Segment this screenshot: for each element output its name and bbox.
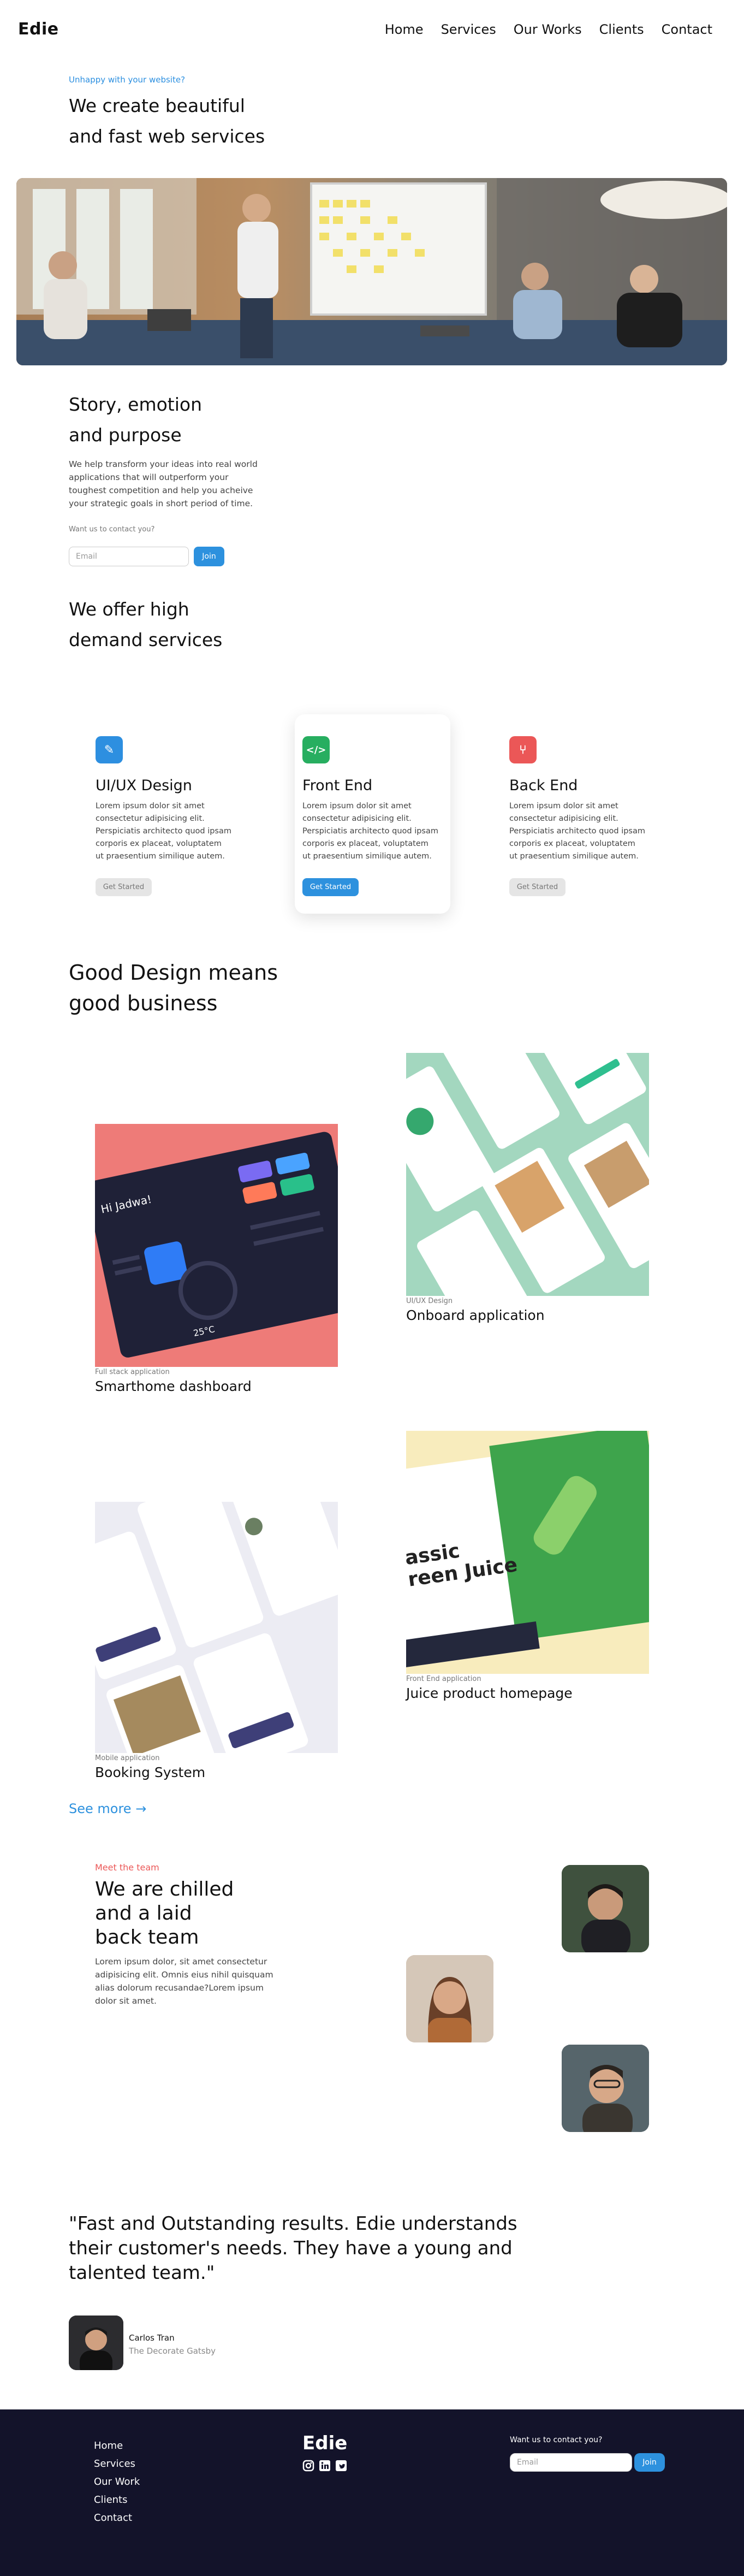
testimonial-quote: "Fast and Outstanding results. Edie unde… [69, 2213, 517, 2284]
service-card-frontend: </> Front End Lorem ipsum dolor sit amet… [295, 714, 450, 914]
contact-prompt: Want us to contact you? [69, 525, 155, 534]
service-card-backend: ⑂ Back End Lorem ipsum dolor sit amet co… [502, 714, 657, 914]
nav-contact[interactable]: Contact [662, 22, 712, 37]
work-item-booking[interactable]: Mobile application Booking System [95, 1502, 338, 1780]
nav-home[interactable]: Home [385, 22, 424, 37]
team-title: We are chilled and a laid back team [95, 1878, 234, 1950]
smarthome-thumbnail: Hi Jadwa! 25°C [95, 1124, 338, 1367]
footer: Home Services Our Work Clients Contact E… [0, 2409, 744, 2576]
footer-contact-prompt: Want us to contact you? [510, 2436, 603, 2444]
hero-title: We create beautiful and fast web service… [69, 91, 265, 152]
work-name[interactable]: Juice product homepage [406, 1685, 649, 1701]
footer-link-contact[interactable]: Contact [94, 2509, 140, 2527]
nav-our-works[interactable]: Our Works [514, 22, 582, 37]
hero-title-line2: and fast web services [69, 126, 265, 147]
service-desc: Lorem ipsum dolor sit amet consectetur a… [302, 802, 438, 861]
testimonial-avatar [69, 2316, 123, 2370]
footer-link-home[interactable]: Home [94, 2437, 140, 2455]
services-title-line1: We offer high [69, 599, 189, 620]
onboard-thumbnail [406, 1053, 649, 1296]
work-name[interactable]: Onboard application [406, 1307, 649, 1323]
service-title: Front End [302, 777, 373, 794]
site-logo[interactable]: Edie [18, 20, 59, 39]
twitter-icon[interactable] [335, 2460, 347, 2472]
services-title: We offer high demand services [69, 594, 222, 655]
service-desc: Lorem ipsum dolor sit amet consectetur a… [96, 802, 231, 861]
instagram-icon[interactable] [302, 2460, 314, 2472]
team-title-line2: and a laid [95, 1902, 192, 1924]
get-started-button[interactable]: Get Started [302, 878, 359, 896]
hero-title-line1: We create beautiful [69, 95, 245, 116]
team-member-photo [562, 2045, 649, 2132]
team-title-line1: We are chilled [95, 1878, 234, 1900]
work-category: Full stack application [95, 1368, 170, 1376]
nav-services[interactable]: Services [441, 22, 496, 37]
hero-eyebrow: Unhappy with your website? [69, 75, 186, 85]
code-icon: </> [302, 736, 330, 763]
nav-menu: Home Services Our Works Clients Contact [385, 22, 712, 37]
join-button[interactable]: Join [194, 547, 224, 566]
works-title-line2: good business [69, 991, 218, 1015]
pen-icon: ✎ [96, 736, 123, 763]
team-eyebrow: Meet the team [95, 1862, 159, 1873]
testimonial-name: Carlos Tran [129, 2333, 175, 2343]
story-title-line1: Story, emotion [69, 394, 203, 415]
story-title: Story, emotion and purpose [69, 389, 202, 451]
work-name[interactable]: Smarthome dashboard [95, 1378, 338, 1394]
see-more-link[interactable]: See more → [69, 1801, 146, 1816]
nav-clients[interactable]: Clients [599, 22, 644, 37]
get-started-button[interactable]: Get Started [96, 878, 152, 896]
work-name[interactable]: Booking System [95, 1764, 338, 1780]
work-category: Mobile application [95, 1754, 160, 1762]
story-text: We help transform your ideas into real w… [69, 459, 258, 508]
get-started-button[interactable]: Get Started [509, 878, 566, 896]
team-member-photo [406, 1955, 493, 2042]
work-item-juice[interactable]: assic reen Juice Front End application J… [406, 1431, 649, 1701]
footer-email-input[interactable]: Email [510, 2453, 632, 2472]
footer-link-services[interactable]: Services [94, 2455, 140, 2473]
footer-link-our-work[interactable]: Our Work [94, 2473, 140, 2491]
service-desc: Lorem ipsum dolor sit amet consectetur a… [509, 802, 645, 861]
service-card-uiux: ✎ UI/UX Design Lorem ipsum dolor sit ame… [88, 714, 243, 914]
footer-link-clients[interactable]: Clients [94, 2491, 140, 2509]
linkedin-icon[interactable] [319, 2460, 331, 2472]
footer-join-button[interactable]: Join [634, 2453, 665, 2472]
juice-thumbnail: assic reen Juice [406, 1431, 649, 1674]
service-title: Back End [509, 777, 578, 794]
branch-icon: ⑂ [509, 736, 537, 763]
email-input[interactable]: Email [69, 547, 189, 566]
services-title-line2: demand services [69, 629, 223, 650]
work-category: Front End application [406, 1675, 481, 1683]
booking-thumbnail [95, 1502, 338, 1753]
work-item-onboard[interactable]: UI/UX Design Onboard application [406, 1053, 649, 1323]
service-title: UI/UX Design [96, 777, 192, 794]
testimonial-company: The Decorate Gatsby [129, 2346, 216, 2356]
team-text: Lorem ipsum dolor, sit amet consectetur … [95, 1957, 273, 2006]
works-title: Good Design means good business [69, 957, 278, 1018]
team-title-line3: back team [95, 1926, 199, 1949]
work-item-smarthome[interactable]: Hi Jadwa! 25°C Full stack application Sm… [95, 1124, 338, 1394]
footer-logo[interactable]: Edie [302, 2432, 347, 2454]
work-category: UI/UX Design [406, 1297, 453, 1305]
hero-team-photo [16, 178, 727, 365]
footer-social [302, 2460, 347, 2472]
footer-links: Home Services Our Work Clients Contact [94, 2437, 140, 2527]
team-member-photo [562, 1865, 649, 1952]
top-navigation: Edie Home Services Our Works Clients Con… [0, 0, 744, 60]
works-title-line1: Good Design means [69, 961, 278, 985]
story-title-line2: and purpose [69, 424, 182, 446]
